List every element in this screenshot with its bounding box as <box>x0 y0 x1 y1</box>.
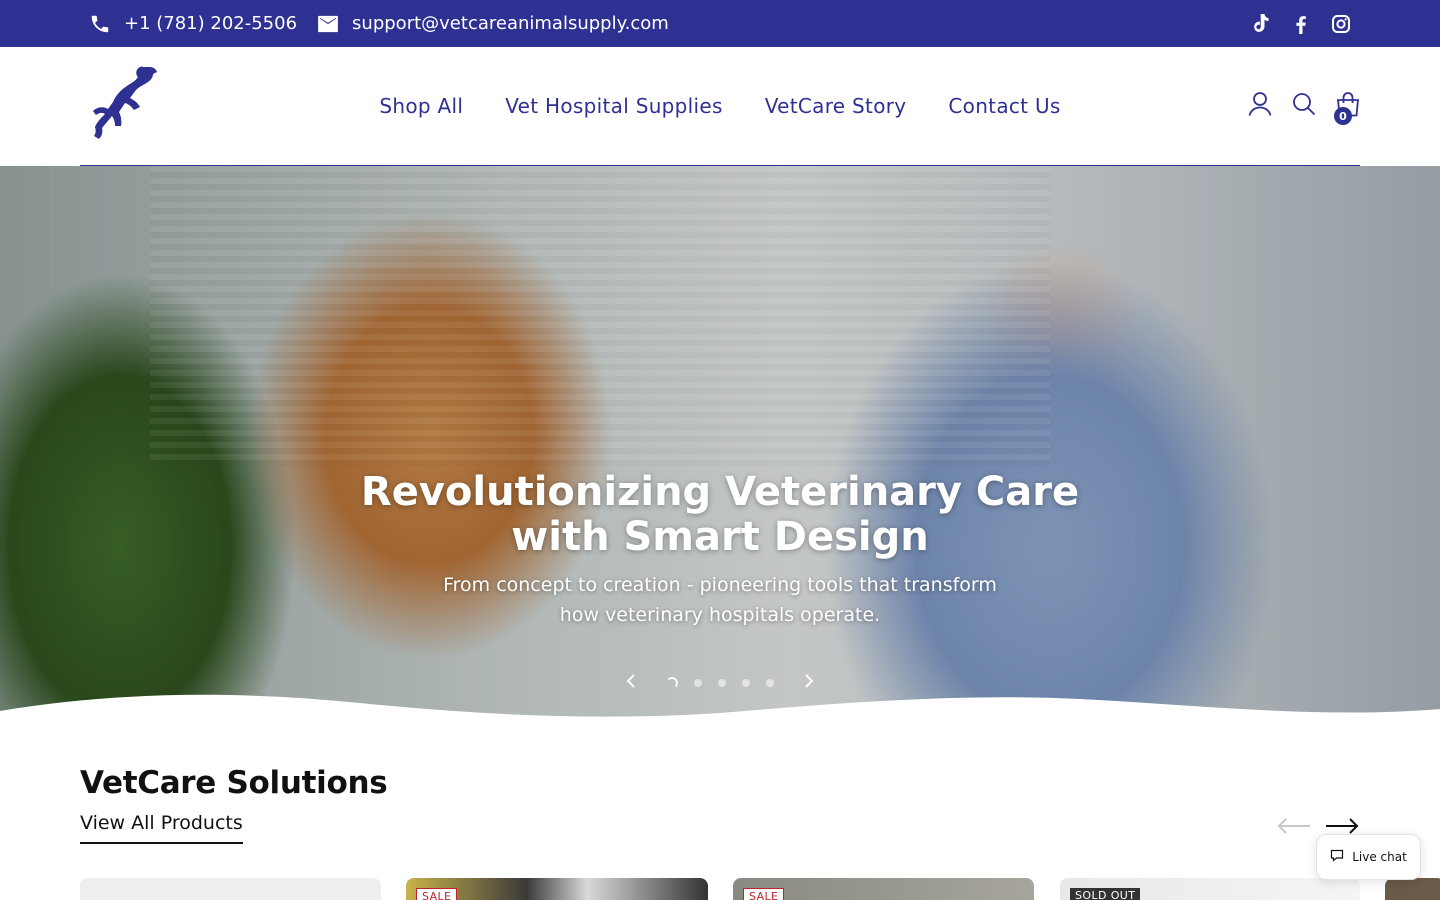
product-card-4[interactable]: SOLD OUT <box>1060 878 1360 900</box>
chat-bubble-icon <box>1330 849 1344 865</box>
hero-wave-divider <box>0 694 1440 731</box>
announcement-bar: +1 (781) 202-5506 support@vetcareanimals… <box>0 0 1440 47</box>
live-chat-label: Live chat <box>1352 850 1407 864</box>
slide-dots <box>666 677 774 689</box>
product-carousel: SALE SALE SOLD OUT <box>80 878 1440 900</box>
hero-title-line1: Revolutionizing Veterinary Care <box>360 469 1080 515</box>
slide-dot-2[interactable] <box>694 679 702 687</box>
email-link[interactable]: support@vetcareanimalsupply.com <box>317 13 669 34</box>
nav-contact-us[interactable]: Contact Us <box>948 94 1060 118</box>
social-links <box>1252 0 1350 47</box>
instagram-icon[interactable] <box>1332 14 1350 33</box>
slide-dot-4[interactable] <box>742 679 750 687</box>
nav-vet-hospital-supplies[interactable]: Vet Hospital Supplies <box>505 94 723 118</box>
cart-button[interactable]: 0 <box>1334 91 1360 125</box>
phone-number: +1 (781) 202-5506 <box>124 13 298 34</box>
phone-icon <box>89 13 111 35</box>
live-chat-button[interactable]: Live chat <box>1316 834 1421 880</box>
header-actions: 0 <box>1248 91 1360 125</box>
product-card-3[interactable]: SALE <box>733 878 1034 900</box>
sale-badge: SALE <box>416 888 458 900</box>
product-card-1[interactable] <box>80 878 381 900</box>
search-icon[interactable] <box>1292 92 1316 120</box>
slide-dot-1[interactable] <box>666 677 678 689</box>
carousel-prev-arrow-icon[interactable] <box>1276 816 1312 840</box>
view-all-products-link[interactable]: View All Products <box>80 812 243 844</box>
account-icon[interactable] <box>1248 91 1272 121</box>
main-nav: Shop All Vet Hospital Supplies VetCare S… <box>0 47 1440 165</box>
sale-badge: SALE <box>743 888 785 900</box>
phone-link[interactable]: +1 (781) 202-5506 <box>89 13 297 35</box>
next-slide-button[interactable] <box>803 673 815 693</box>
cart-count-badge: 0 <box>1334 107 1352 125</box>
hero-title: Revolutionizing Veterinary Care with Sma… <box>0 470 1440 560</box>
slide-dot-3[interactable] <box>718 679 726 687</box>
section-title: VetCare Solutions <box>80 765 388 801</box>
hero-subtitle: From concept to creation - pioneering to… <box>443 574 997 626</box>
hero-slideshow: Revolutionizing Veterinary Care with Sma… <box>0 166 1440 731</box>
nav-shop-all[interactable]: Shop All <box>379 94 463 118</box>
contact-info: +1 (781) 202-5506 support@vetcareanimals… <box>89 0 675 47</box>
slide-dot-5[interactable] <box>766 679 774 687</box>
nav-vetcare-story[interactable]: VetCare Story <box>765 94 907 118</box>
email-address: support@vetcareanimalsupply.com <box>352 13 669 34</box>
slideshow-controls <box>625 673 815 693</box>
mail-icon <box>317 15 339 33</box>
product-card-5[interactable] <box>1385 878 1440 900</box>
facebook-icon[interactable] <box>1292 14 1310 34</box>
sold-out-badge: SOLD OUT <box>1070 888 1141 900</box>
tiktok-icon[interactable] <box>1252 13 1270 34</box>
site-header: Shop All Vet Hospital Supplies VetCare S… <box>0 47 1440 166</box>
hero-title-line2: with Smart Design <box>511 514 929 560</box>
previous-slide-button[interactable] <box>625 673 637 693</box>
product-card-2[interactable]: SALE <box>406 878 708 900</box>
hero-overlay <box>0 166 1440 731</box>
